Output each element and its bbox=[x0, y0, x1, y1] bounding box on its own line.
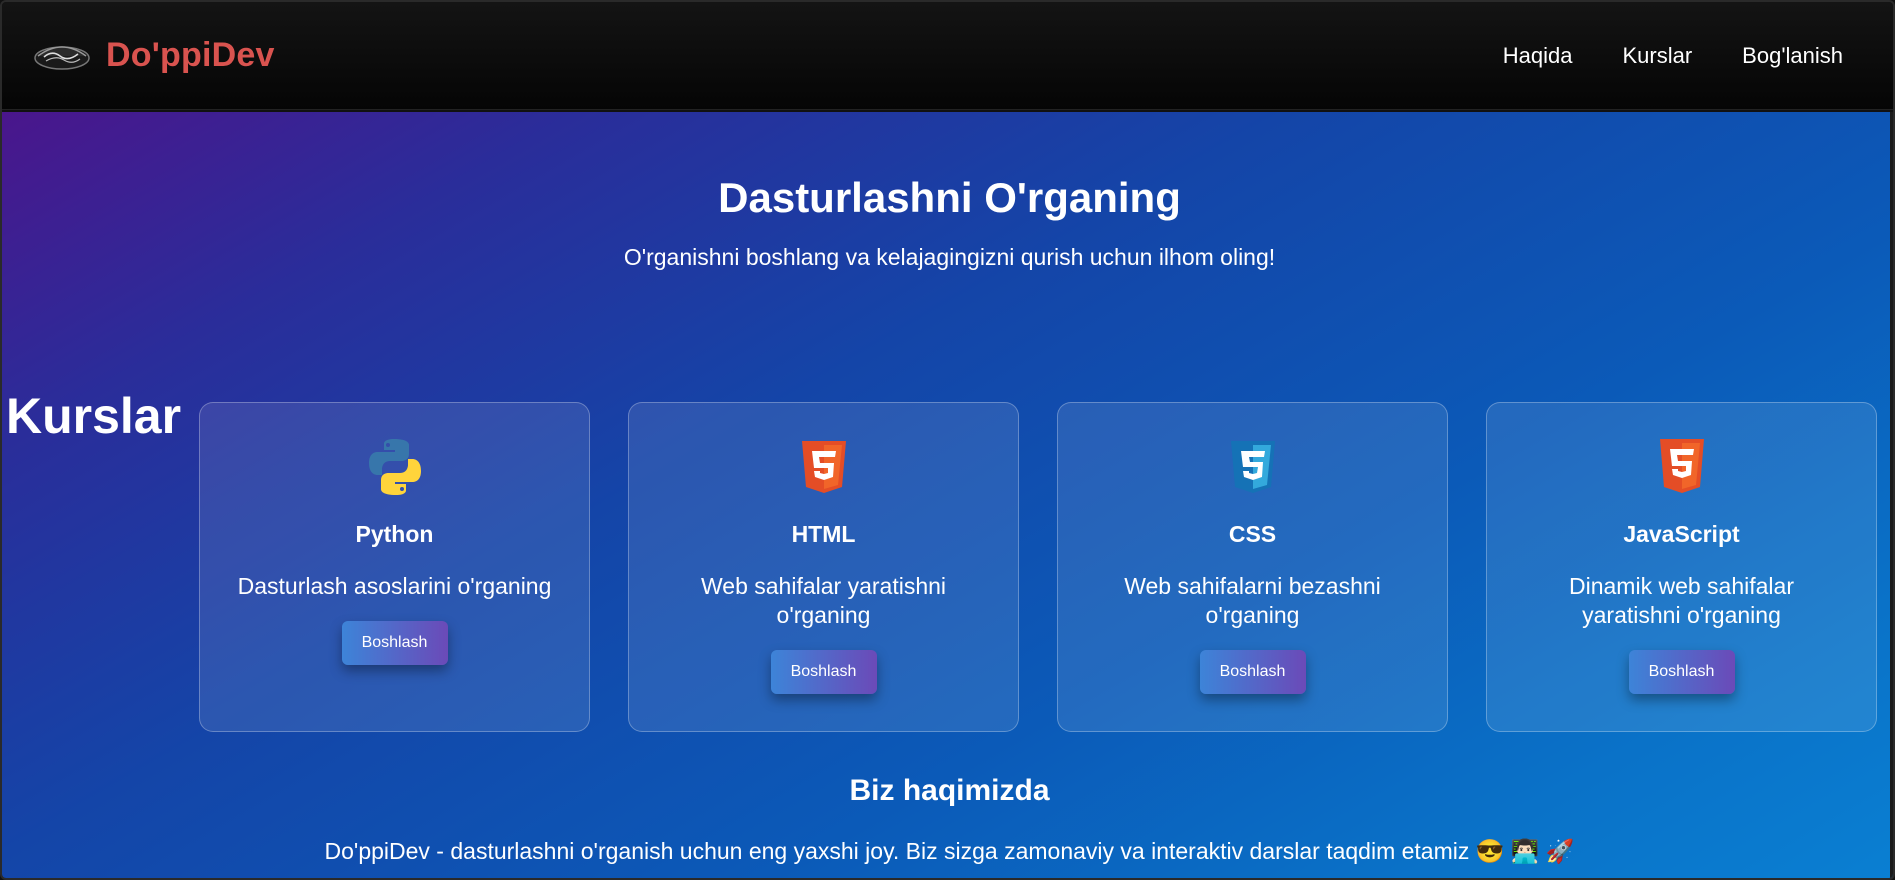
about-title: Biz haqimizda bbox=[849, 774, 1050, 807]
course-card-python: Python Dasturlash asoslarini o'rganing B… bbox=[199, 402, 590, 732]
nav-link-kurslar[interactable]: Kurslar bbox=[1622, 43, 1692, 69]
course-title: Python bbox=[355, 521, 434, 547]
course-title: CSS bbox=[1228, 521, 1277, 547]
course-description: Dinamik web sahifalar yaratishni o'rgani… bbox=[1569, 573, 1794, 628]
courses-section-title: Kurslar bbox=[6, 388, 182, 444]
python-icon bbox=[363, 435, 427, 499]
start-button-css[interactable]: Boshlash bbox=[1199, 650, 1306, 694]
nav-links: Haqida Kurslar Bog'lanish bbox=[1503, 43, 1843, 69]
viewport-edge bbox=[1890, 112, 1893, 878]
course-description: Web sahifalarni bezashni o'rganing bbox=[1124, 573, 1381, 628]
css3-icon bbox=[1221, 435, 1285, 499]
about-text: Do'ppiDev - dasturlashni o'rganish uchun… bbox=[324, 838, 1575, 864]
course-title: HTML bbox=[791, 521, 856, 547]
start-button-javascript[interactable]: Boshlash bbox=[1628, 650, 1735, 694]
start-button-html[interactable]: Boshlash bbox=[770, 650, 877, 694]
brand-link[interactable]: Do'ppiDev bbox=[32, 36, 275, 76]
start-button-python[interactable]: Boshlash bbox=[341, 621, 448, 665]
course-title: JavaScript bbox=[1623, 521, 1740, 547]
brand-name: Do'ppiDev bbox=[106, 36, 275, 74]
course-card-css: CSS Web sahifalarni bezashni o'rganing B… bbox=[1057, 402, 1448, 732]
course-card-javascript: JavaScript Dinamik web sahifalar yaratis… bbox=[1486, 402, 1877, 732]
nav-link-haqida[interactable]: Haqida bbox=[1503, 43, 1573, 69]
navbar: Do'ppiDev Haqida Kurslar Bog'lanish bbox=[2, 2, 1893, 110]
hero-title: Dasturlashni O'rganing bbox=[718, 174, 1181, 221]
browser-viewport: Do'ppiDev Haqida Kurslar Bog'lanish Dast… bbox=[0, 0, 1895, 880]
course-description: Dasturlash asoslarini o'rganing bbox=[237, 573, 552, 599]
nav-link-boglanish[interactable]: Bog'lanish bbox=[1742, 43, 1843, 69]
course-description: Web sahifalar yaratishni o'rganing bbox=[700, 573, 947, 628]
course-cards: Python Dasturlash asoslarini o'rganing B… bbox=[199, 402, 1877, 732]
course-card-html: HTML Web sahifalar yaratishni o'rganing … bbox=[628, 402, 1019, 732]
html5-icon bbox=[792, 435, 856, 499]
html5-icon bbox=[1650, 435, 1714, 499]
main-content: Dasturlashni O'rganing O'rganishni boshl… bbox=[2, 112, 1893, 878]
doppi-cap-icon bbox=[32, 36, 92, 76]
hero-subtitle: O'rganishni boshlang va kelajagingizni q… bbox=[623, 244, 1276, 270]
